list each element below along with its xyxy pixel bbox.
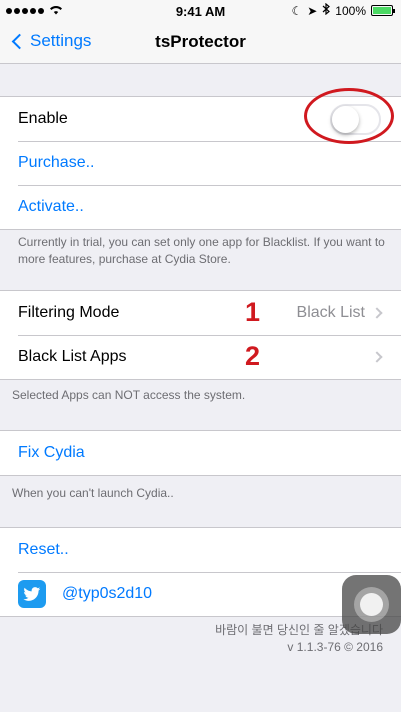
section1-footer: Currently in trial, you can set only one… xyxy=(18,235,385,266)
section-filtering: Filtering Mode 1 Black List Black List A… xyxy=(0,290,401,380)
annotation-circle xyxy=(304,88,394,144)
reset-row[interactable]: Reset.. xyxy=(0,528,401,572)
filtering-mode-row[interactable]: Filtering Mode 1 Black List xyxy=(0,291,401,335)
fix-cydia-label: Fix Cydia xyxy=(18,444,85,461)
twitter-icon xyxy=(18,580,46,608)
twitter-handle: @typ0s2d10 xyxy=(62,585,153,602)
black-list-apps-label: Black List Apps xyxy=(18,348,127,365)
activate-label: Activate.. xyxy=(18,198,84,215)
enable-label: Enable xyxy=(18,110,68,127)
assistive-touch-button[interactable] xyxy=(342,575,401,634)
bluetooth-icon xyxy=(322,2,331,18)
filtering-mode-value: Black List xyxy=(296,304,365,321)
annotation-marker-1: 1 xyxy=(245,297,261,327)
credit-version: v 1.1.3-76 © 2016 xyxy=(287,640,383,654)
moon-icon: ☾ xyxy=(291,3,303,18)
fix-cydia-row[interactable]: Fix Cydia xyxy=(0,431,401,475)
filtering-mode-label: Filtering Mode xyxy=(18,304,120,321)
activate-row[interactable]: Activate.. xyxy=(0,185,401,229)
status-bar: 9:41 AM ☾ ➤ 100% xyxy=(0,0,401,22)
battery-percent: 100% xyxy=(335,3,366,18)
section2-footer: Selected Apps can NOT access the system. xyxy=(12,388,246,402)
navigation-bar: Settings tsProtector xyxy=(0,22,401,64)
location-arrow-icon: ➤ xyxy=(307,3,318,18)
section-fix-cydia: Fix Cydia xyxy=(0,430,401,476)
chevron-right-icon xyxy=(371,351,383,363)
black-list-apps-row[interactable]: Black List Apps 2 xyxy=(0,335,401,379)
battery-icon xyxy=(371,5,395,16)
status-right: ☾ ➤ 100% xyxy=(291,2,395,18)
assistive-touch-ring-icon xyxy=(354,587,389,622)
chevron-right-icon xyxy=(371,307,383,319)
section-reset: Reset.. @typ0s2d10 xyxy=(0,527,401,617)
annotation-marker-2: 2 xyxy=(245,341,261,371)
reset-label: Reset.. xyxy=(18,541,69,558)
purchase-row[interactable]: Purchase.. xyxy=(0,141,401,185)
purchase-label: Purchase.. xyxy=(18,154,95,171)
twitter-row[interactable]: @typ0s2d10 xyxy=(0,572,401,616)
section3-footer: When you can't launch Cydia.. xyxy=(12,486,174,500)
page-title: tsProtector xyxy=(155,32,246,51)
